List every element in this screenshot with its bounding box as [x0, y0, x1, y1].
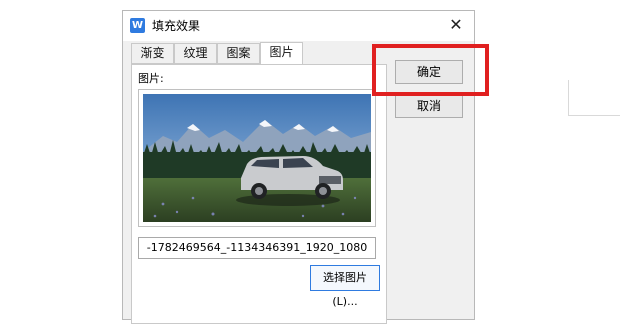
picture-preview	[138, 89, 376, 227]
landscape-suv-image	[143, 94, 371, 222]
red-highlight-box	[372, 44, 489, 96]
select-picture-button[interactable]: 选择图片(L)...	[310, 265, 380, 308]
tab-gradient[interactable]: 渐变	[131, 43, 174, 64]
tab-texture[interactable]: 纹理	[174, 43, 217, 64]
cancel-button[interactable]: 取消	[395, 94, 463, 118]
picture-filename-field: -1782469564_-1134346391_1920_1080	[138, 237, 376, 259]
tab-pattern[interactable]: 图案	[217, 43, 260, 64]
background-divider-vertical	[568, 80, 569, 116]
title-bar: W 填充效果 ✕	[123, 11, 474, 41]
close-icon[interactable]: ✕	[446, 15, 466, 35]
tab-picture[interactable]: 图片	[260, 42, 303, 65]
picture-tab-panel: 图片: -1782469564_-1134346391_1920_1080 选择…	[131, 64, 387, 324]
dialog-title: 填充效果	[152, 19, 201, 33]
picture-label: 图片:	[138, 72, 164, 85]
wps-app-icon: W	[130, 18, 145, 33]
background-divider-horizontal	[568, 115, 620, 116]
